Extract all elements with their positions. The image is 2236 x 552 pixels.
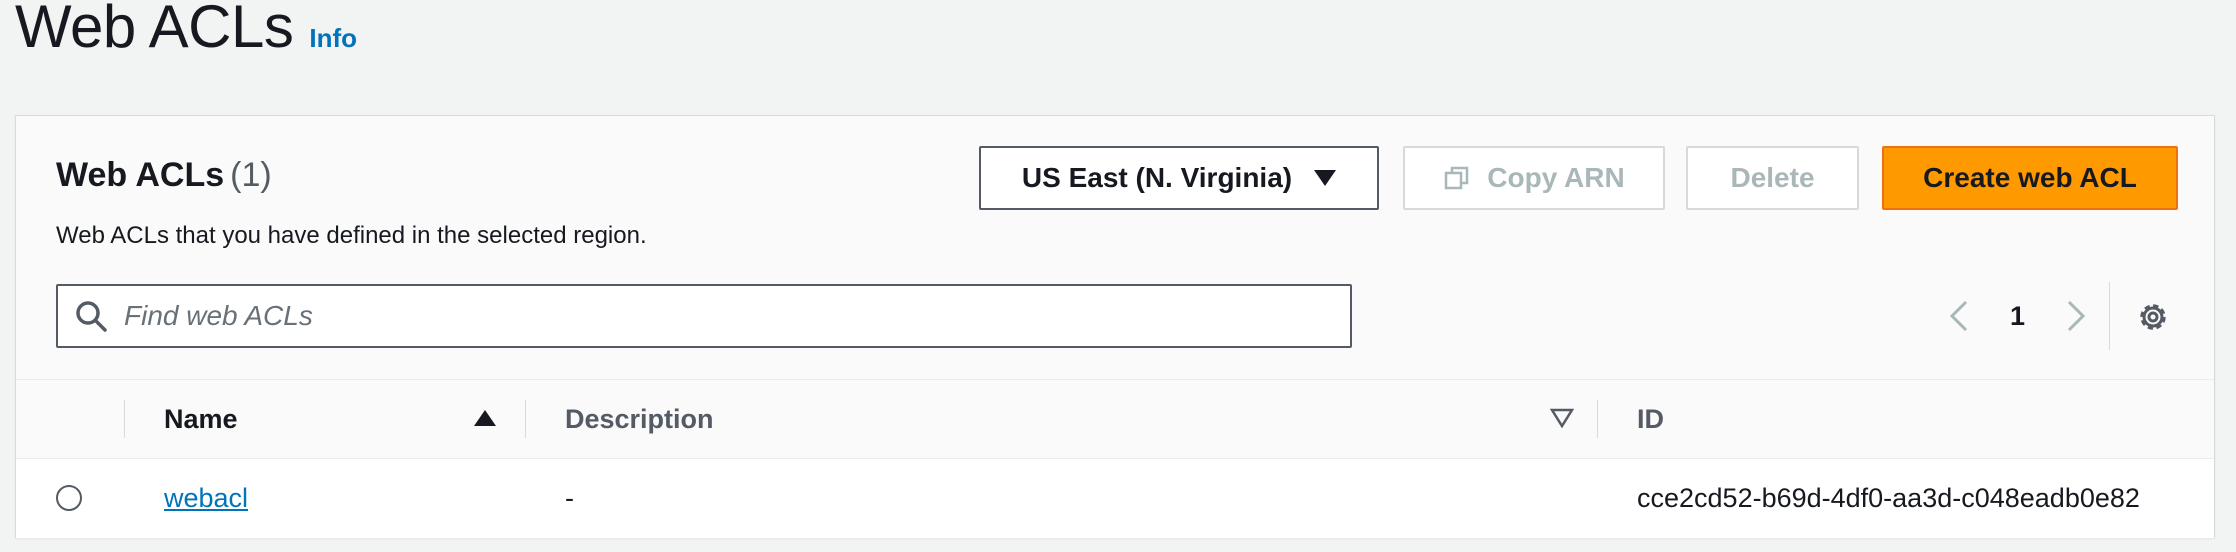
region-label: US East (N. Virginia) [1021,162,1293,193]
pagination: 1 [1946,286,2089,346]
chevron-left-icon[interactable] [1946,299,1972,333]
row-select-radio[interactable] [56,485,82,511]
pager-divider [2109,282,2110,350]
page-header: Web ACLs Info [15,0,357,61]
column-header-id[interactable]: ID [1637,380,1664,458]
panel-count: (1) [230,156,272,194]
create-web-acl-button[interactable]: Create web ACL [1882,146,2178,210]
sort-descending-outline-icon[interactable] [1550,408,1574,428]
copy-icon [1445,166,1469,190]
page-title: Web ACLs [15,0,294,60]
column-divider [124,400,125,438]
caret-down-icon [1314,170,1337,186]
copy-arn-button[interactable]: Copy ARN [1403,146,1665,210]
search-icon [76,301,107,332]
web-acl-id: cce2cd52-b69d-4df0-aa3d-c048eadb0e82 [1637,483,2140,513]
web-acl-description: - [565,483,574,513]
table-row: webacl - cce2cd52-b69d-4df0-aa3d-c048ead… [16,459,2214,538]
chevron-right-icon[interactable] [2063,299,2089,333]
gear-icon[interactable] [2134,298,2172,336]
delete-label: Delete [1730,162,1815,193]
search-input[interactable] [122,299,1276,333]
panel-description: Web ACLs that you have defined in the se… [56,222,647,249]
panel-title-text: Web ACLs [56,156,225,194]
column-header-description[interactable]: Description [565,380,714,458]
table-header: Name Description ID [16,379,2214,459]
column-divider [1597,400,1598,438]
create-web-acl-label: Create web ACL [1923,162,2137,193]
column-header-name[interactable]: Name [164,380,238,458]
web-acls-panel: Web ACLs (1) Web ACLs that you have defin… [15,115,2215,538]
delete-button[interactable]: Delete [1686,146,1859,210]
sort-ascending-icon[interactable] [474,410,496,426]
search-box[interactable] [56,284,1352,348]
copy-arn-label: Copy ARN [1487,162,1625,193]
panel-title: Web ACLs (1) [56,156,272,195]
web-acl-name-link[interactable]: webacl [164,459,248,538]
column-divider [525,400,526,438]
info-link[interactable]: Info [309,23,357,54]
region-select-button[interactable]: US East (N. Virginia) [979,146,1379,210]
current-page-number[interactable]: 1 [2010,301,2025,332]
